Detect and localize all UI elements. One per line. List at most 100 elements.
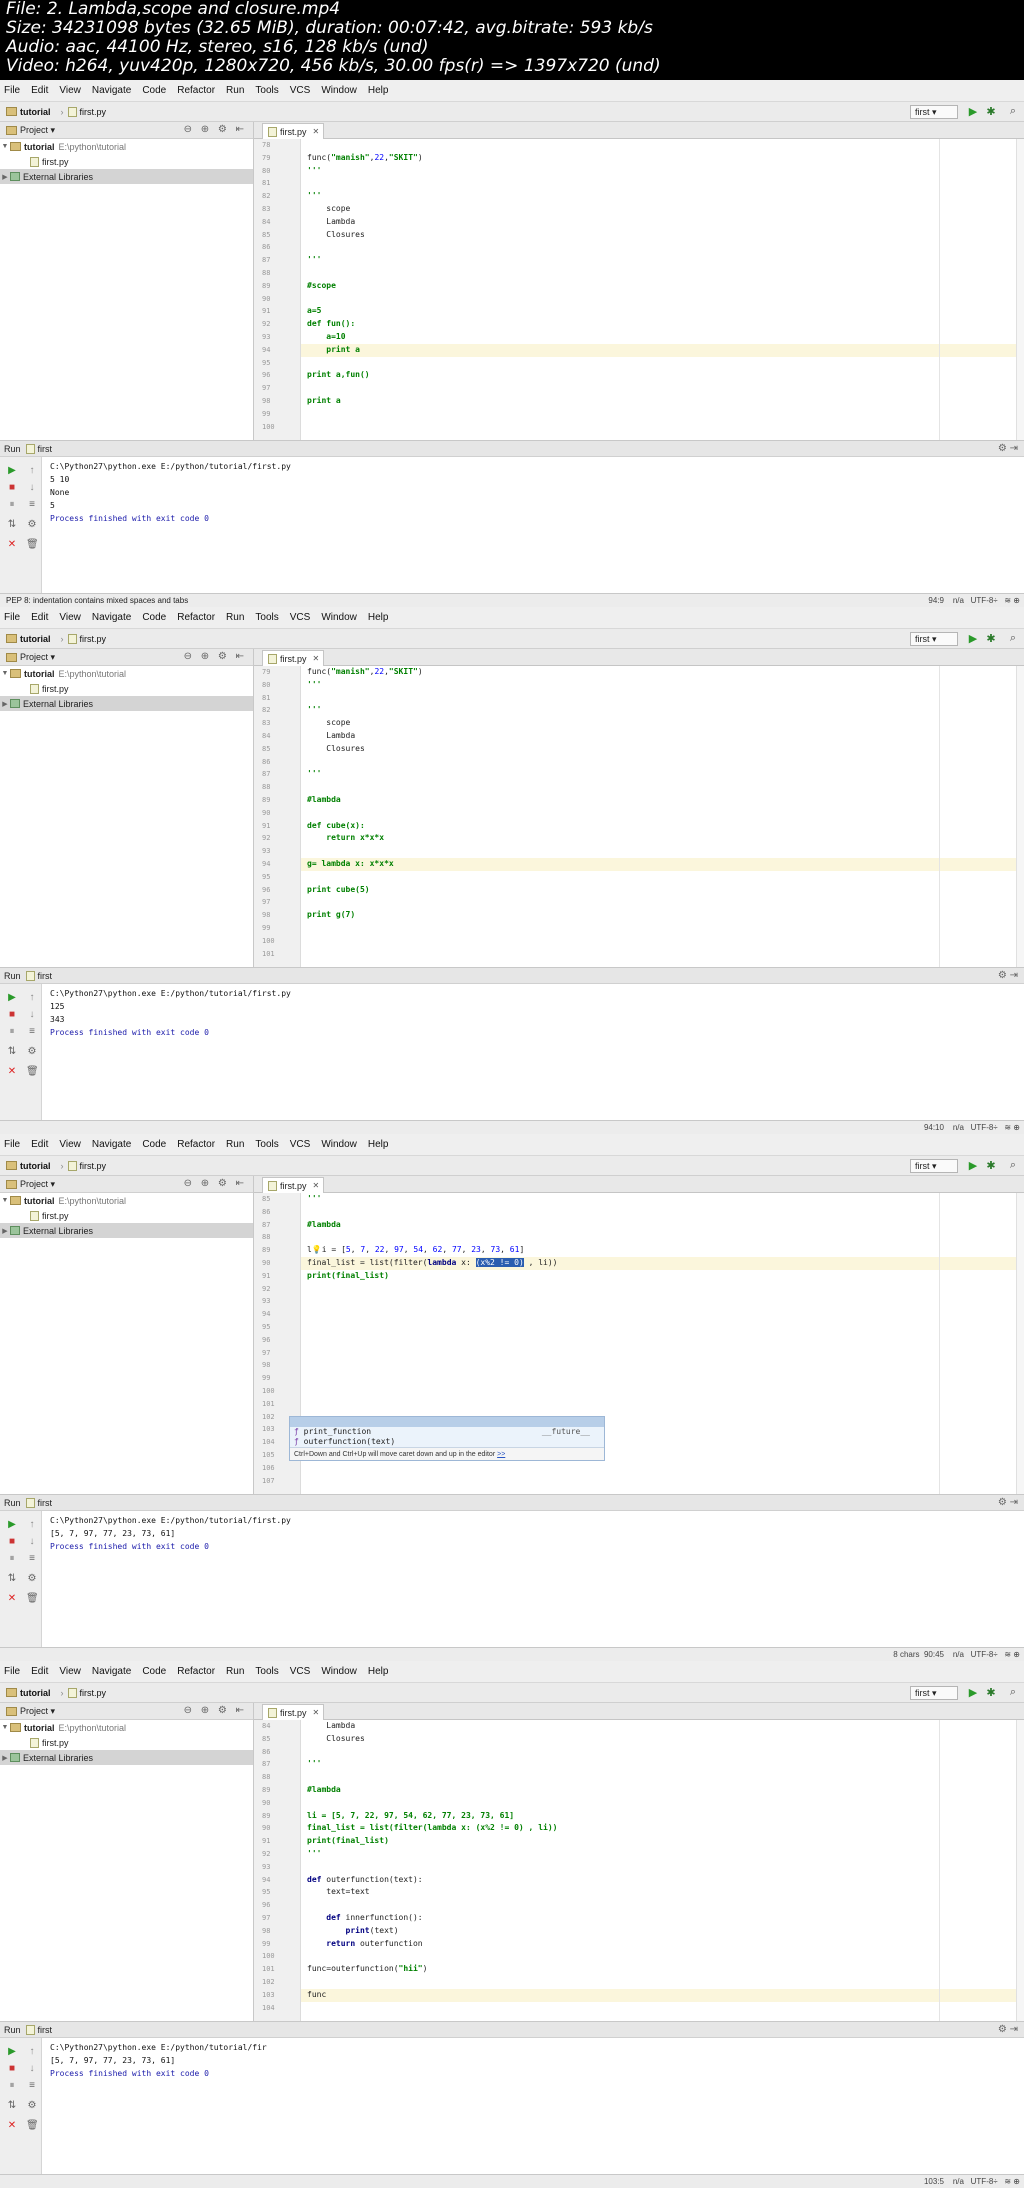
menu-code[interactable]: Code <box>142 1139 166 1150</box>
tab-first-py[interactable]: first.py ✕ <box>262 1704 324 1720</box>
menu-run[interactable]: Run <box>226 1139 244 1150</box>
menu-help[interactable]: Help <box>368 85 389 96</box>
menu-refactor[interactable]: Refactor <box>177 1666 215 1677</box>
code-line[interactable] <box>301 1295 1016 1308</box>
code-line[interactable] <box>301 1334 1016 1347</box>
close-icon[interactable]: ✕ <box>6 539 18 551</box>
code-line[interactable]: ''' <box>301 1193 1016 1206</box>
close-icon[interactable]: ✕ <box>6 2120 18 2132</box>
menu-file[interactable]: File <box>4 1666 20 1677</box>
stop-icon[interactable]: ■ <box>6 1536 18 1548</box>
console-output[interactable]: C:\Python27\python.exe E:/python/tutoria… <box>42 1511 1024 1647</box>
tree-node-external-libraries[interactable]: ▶ External Libraries <box>0 1750 253 1765</box>
code-line[interactable]: g= lambda x: x*x*x <box>301 857 1016 871</box>
menu-help[interactable]: Help <box>368 1139 389 1150</box>
menu-window[interactable]: Window <box>321 85 357 96</box>
code-line[interactable] <box>301 1797 1016 1810</box>
code-line[interactable] <box>301 421 1016 434</box>
code-line[interactable]: def outerfunction(text): <box>301 1874 1016 1887</box>
code-line[interactable]: #lambda <box>301 1784 1016 1797</box>
code-line[interactable]: Lambda <box>301 216 1016 229</box>
tree-node-file[interactable]: first.py <box>0 1735 253 1750</box>
search-icon[interactable]: ⌕ <box>1006 631 1020 646</box>
code-line[interactable]: func("manish",22,"SKIT") <box>301 152 1016 165</box>
code-line[interactable] <box>301 1861 1016 1874</box>
project-panel-header[interactable]: Project ▾ ⊖ ⊕ ⚙ ⇤ <box>0 1176 253 1193</box>
settings-icon[interactable]: ⚙ <box>26 1573 38 1585</box>
run-panel-settings-icon[interactable]: ⚙ ⇥ <box>998 2024 1018 2035</box>
rerun-icon[interactable]: ▶ <box>6 992 18 1004</box>
menu-run[interactable]: Run <box>226 612 244 623</box>
menu-edit[interactable]: Edit <box>31 1666 48 1677</box>
code-line[interactable]: Closures <box>301 229 1016 242</box>
search-icon[interactable]: ⌕ <box>1006 1685 1020 1700</box>
menu-refactor[interactable]: Refactor <box>177 1139 215 1150</box>
menu-navigate[interactable]: Navigate <box>92 612 131 623</box>
close-icon[interactable]: ✕ <box>6 1593 18 1605</box>
run-panel-settings-icon[interactable]: ⚙ ⇥ <box>998 970 1018 981</box>
tree-node-external-libraries[interactable]: ▶ External Libraries <box>0 169 253 184</box>
tab-first-py[interactable]: first.py ✕ <box>262 123 324 139</box>
rerun-icon[interactable]: ▶ <box>6 2046 18 2058</box>
code-line[interactable] <box>301 1475 1016 1488</box>
code-line[interactable]: #lambda <box>301 794 1016 807</box>
menu-edit[interactable]: Edit <box>31 612 48 623</box>
run-config-selector[interactable]: first ▾ <box>910 1159 958 1173</box>
breadcrumb-file[interactable]: first.py <box>67 633 106 644</box>
soft-wrap-icon[interactable]: ≡ <box>26 1553 38 1565</box>
down-icon[interactable]: ↓ <box>26 1009 38 1021</box>
code-line[interactable]: text=text <box>301 1886 1016 1899</box>
menu-vcs[interactable]: VCS <box>290 612 311 623</box>
breadcrumb-project[interactable]: tutorial <box>6 1688 51 1698</box>
run-panel-settings-icon[interactable]: ⚙ ⇥ <box>998 1497 1018 1508</box>
code-line[interactable] <box>301 1398 1016 1411</box>
code-line[interactable] <box>301 2002 1016 2015</box>
menu-tools[interactable]: Tools <box>255 612 278 623</box>
rerun-icon[interactable]: ▶ <box>6 1519 18 1531</box>
code-line[interactable] <box>301 241 1016 254</box>
code-line[interactable] <box>301 896 1016 909</box>
code-line[interactable] <box>301 1347 1016 1360</box>
code-line[interactable]: print a <box>301 343 1016 357</box>
menu-navigate[interactable]: Navigate <box>92 1139 131 1150</box>
code-line[interactable]: def innerfunction(): <box>301 1912 1016 1925</box>
run-config-selector[interactable]: first ▾ <box>910 632 958 646</box>
code-line[interactable]: l💡i = [5, 7, 22, 97, 54, 62, 77, 23, 73,… <box>301 1244 1016 1257</box>
run-config-selector[interactable]: first ▾ <box>910 105 958 119</box>
code-line[interactable]: func("manish",22,"SKIT") <box>301 666 1016 679</box>
tree-node-root[interactable]: ▼ tutorial E:\python\tutorial <box>0 139 253 154</box>
code-line[interactable] <box>301 382 1016 395</box>
code-line[interactable] <box>301 1976 1016 1989</box>
code-line[interactable]: li = [5, 7, 22, 97, 54, 62, 77, 23, 73, … <box>301 1810 1016 1823</box>
code-line[interactable]: final_list = list(filter(lambda x: (x%2 … <box>301 1256 1016 1270</box>
close-tab-icon[interactable]: ✕ <box>313 127 320 136</box>
code-area[interactable]: func("manish",22,"SKIT") ''' ''' scope Lam… <box>301 666 1016 967</box>
code-line[interactable] <box>301 1462 1016 1475</box>
settings-icon[interactable]: ⚙ <box>26 1046 38 1058</box>
code-line[interactable]: a=5 <box>301 305 1016 318</box>
editor-scrollbar[interactable] <box>1016 1720 1024 2021</box>
code-area[interactable]: func("manish",22,"SKIT") ''' ''' scope Lam… <box>301 139 1016 440</box>
up-icon[interactable]: ↑ <box>26 2046 38 2058</box>
menu-code[interactable]: Code <box>142 85 166 96</box>
completion-selected-row[interactable] <box>290 1417 604 1427</box>
code-completion-popup[interactable]: ƒ print_function __future__ ƒ outerfunctio… <box>289 1416 605 1461</box>
project-panel-header[interactable]: Project ▾ ⊖ ⊕ ⚙ ⇤ <box>0 1703 253 1720</box>
code-line[interactable] <box>301 1283 1016 1296</box>
code-line[interactable] <box>301 845 1016 858</box>
menu-window[interactable]: Window <box>321 612 357 623</box>
breadcrumb-file[interactable]: first.py <box>67 1687 106 1698</box>
breadcrumb-project[interactable]: tutorial <box>6 107 51 117</box>
code-line[interactable]: final_list = list(filter(lambda x: (x%2 … <box>301 1822 1016 1835</box>
stop-icon[interactable]: ■ <box>6 482 18 494</box>
code-line[interactable]: print a,fun() <box>301 369 1016 382</box>
code-line[interactable] <box>301 408 1016 421</box>
code-line[interactable] <box>301 1372 1016 1385</box>
clear-icon[interactable]: 🗑 <box>26 539 39 551</box>
code-line[interactable]: Lambda <box>301 1720 1016 1733</box>
debug-icon[interactable]: ✱ <box>984 1158 998 1173</box>
menu-tools[interactable]: Tools <box>255 1139 278 1150</box>
code-line[interactable] <box>301 807 1016 820</box>
code-line[interactable]: ''' <box>301 1848 1016 1861</box>
project-panel-tools-icon[interactable]: ⊖ ⊕ ⚙ ⇤ <box>184 1178 247 1189</box>
